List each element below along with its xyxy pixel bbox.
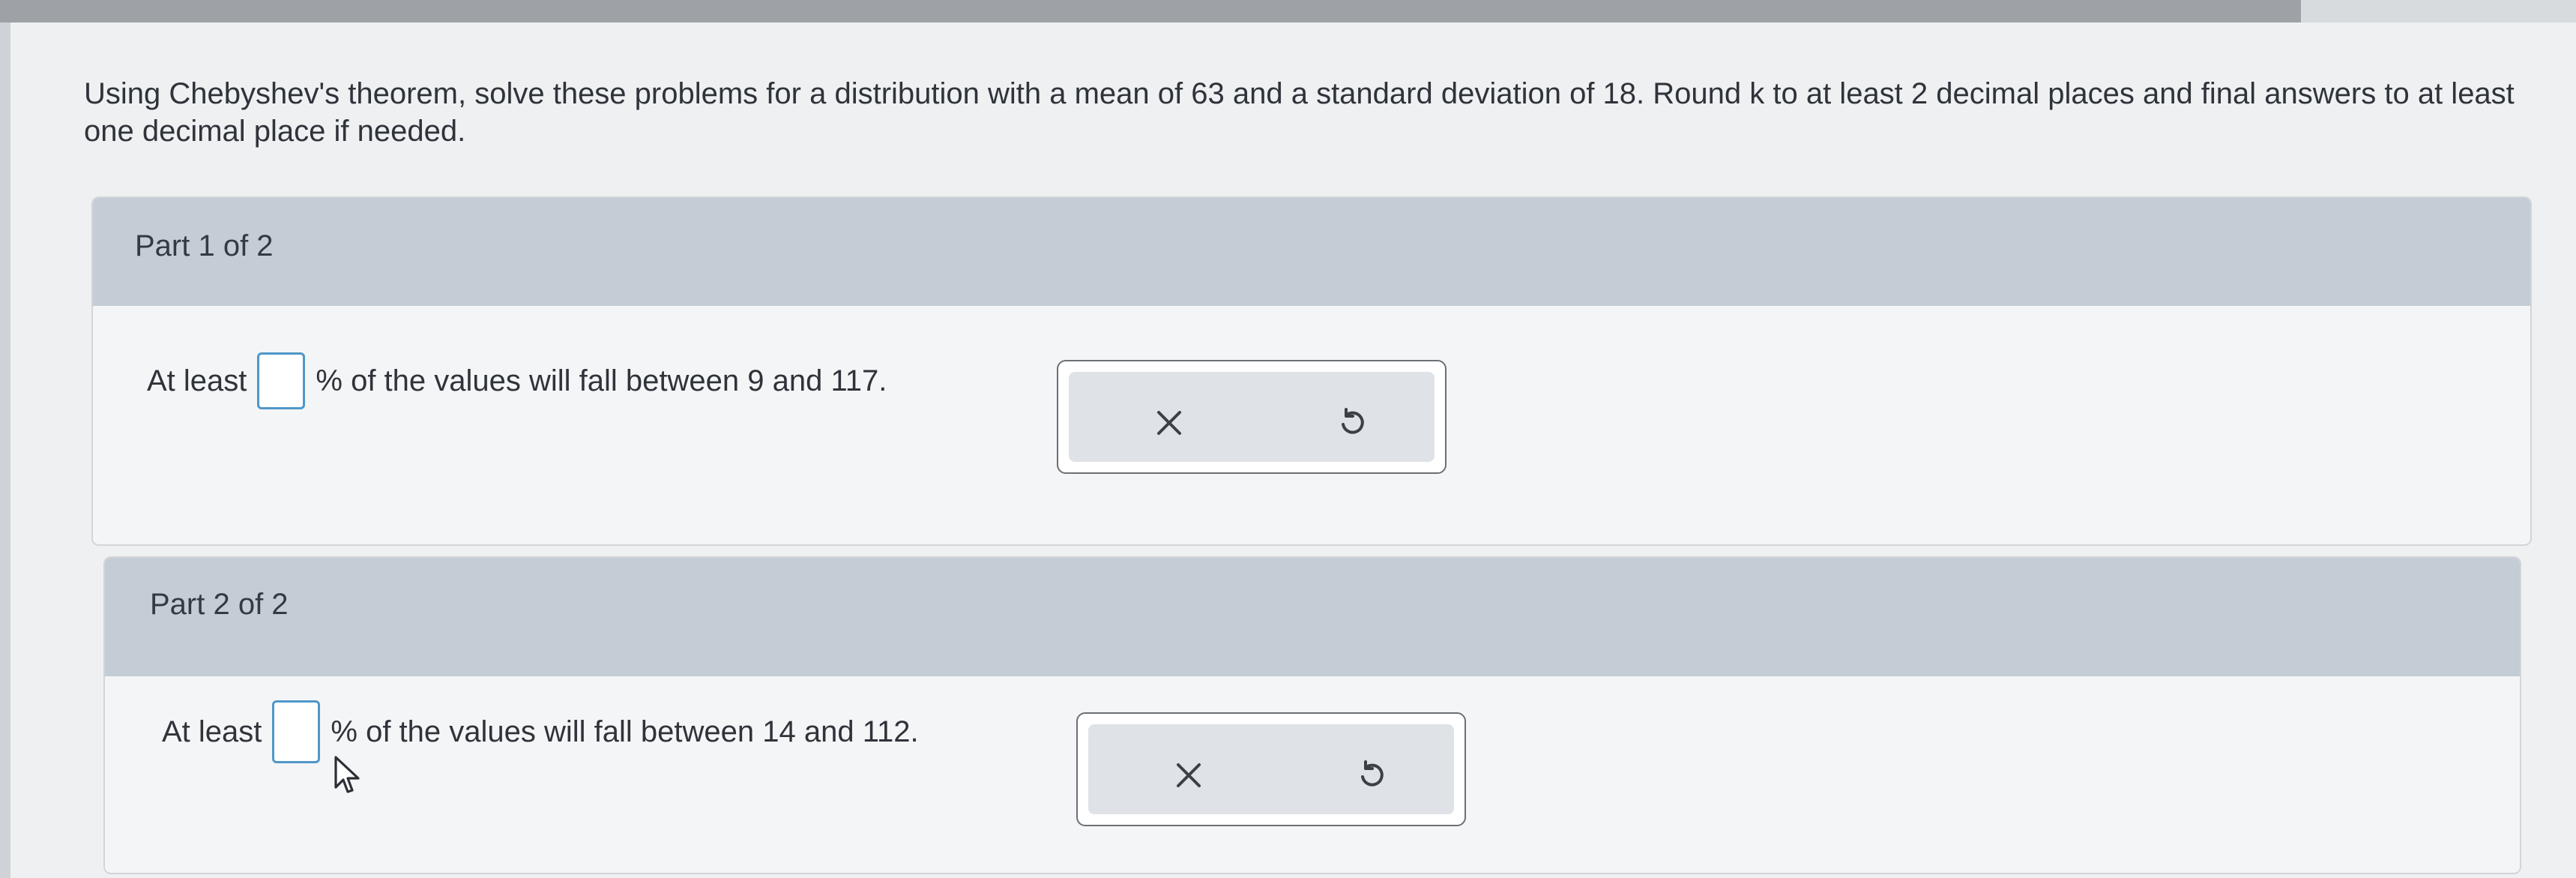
part-2-reset-button[interactable]	[1349, 753, 1394, 798]
undo-icon	[1361, 760, 1384, 787]
browser-top-strip	[0, 0, 2301, 22]
part-2-action-inner	[1088, 724, 1454, 814]
part-1-prefix: At least	[147, 364, 247, 397]
part-1-clear-button[interactable]	[1147, 400, 1192, 445]
part-2-prefix: At least	[162, 715, 262, 748]
left-edge	[0, 22, 10, 878]
part-1-suffix: % of the values will fall between 9 and …	[316, 364, 887, 397]
part-1-action-inner	[1069, 372, 1435, 462]
undo-icon	[1342, 408, 1364, 434]
problem-instructions: Using Chebyshev's theorem, solve these p…	[84, 77, 2515, 148]
part-2-suffix: % of the values will fall between 14 and…	[331, 715, 919, 748]
part-1-card: Part 1 of 2 At least % of the values wil…	[91, 196, 2532, 546]
part-1-action-panel	[1057, 360, 1447, 474]
part-2-clear-button[interactable]	[1166, 753, 1211, 798]
part-1-header: Part 1 of 2	[93, 198, 2530, 306]
part-2-header: Part 2 of 2	[105, 558, 2520, 676]
part-2-answer-input[interactable]	[272, 700, 321, 763]
part-2-card: Part 2 of 2 At least % of the values wil…	[103, 556, 2521, 874]
part-2-title: Part 2 of 2	[150, 588, 289, 621]
browser-top-strip-right	[2301, 0, 2576, 22]
part-1-answer-input[interactable]	[257, 352, 306, 409]
part-2-action-panel	[1076, 712, 1466, 826]
part-1-question: At least % of the values will fall betwe…	[147, 352, 887, 409]
mouse-cursor-icon	[334, 756, 360, 793]
part-1-title: Part 1 of 2	[135, 229, 274, 262]
part-2-question: At least % of the values will fall betwe…	[162, 700, 919, 763]
part-1-reset-button[interactable]	[1330, 400, 1375, 445]
x-icon	[1177, 763, 1201, 787]
x-icon	[1157, 411, 1181, 435]
